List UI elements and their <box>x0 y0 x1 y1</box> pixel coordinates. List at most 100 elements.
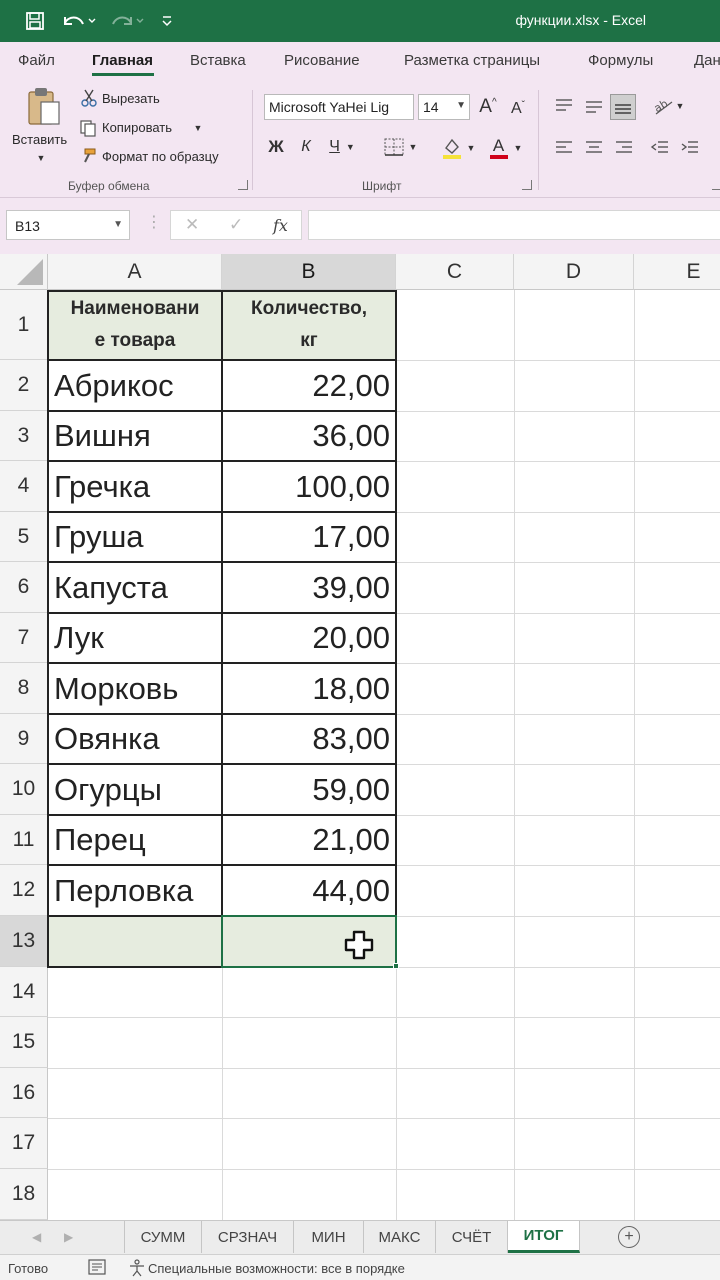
column-header-c[interactable]: C <box>396 254 514 290</box>
align-bottom-icon[interactable] <box>610 94 636 120</box>
paste-button[interactable]: Вставить <box>12 132 67 147</box>
column-header-d[interactable]: D <box>514 254 634 290</box>
font-size-select[interactable]: 14 ▼ <box>418 94 470 120</box>
cell-name[interactable]: Груша <box>48 512 222 562</box>
shrink-font-button[interactable]: Aˇ <box>506 96 530 122</box>
cut-icon[interactable] <box>80 89 98 107</box>
font-family-select[interactable]: Microsoft YaHei Lig <box>264 94 414 120</box>
row-header[interactable]: 7 <box>0 613 48 663</box>
cell-name[interactable]: Огурцы <box>48 764 222 815</box>
add-sheet-button[interactable]: + <box>618 1226 640 1248</box>
formula-input[interactable] <box>308 210 720 240</box>
cell-name[interactable]: Абрикос <box>48 360 222 411</box>
row-header[interactable]: 16 <box>0 1068 48 1118</box>
copy-button[interactable]: Копировать <box>102 120 172 135</box>
cell-name[interactable]: Лук <box>48 613 222 663</box>
font-dialog-launcher[interactable] <box>522 180 532 190</box>
row-header[interactable]: 9 <box>0 714 48 764</box>
next-sheet-icon[interactable]: ▶ <box>64 1230 73 1244</box>
cell-quantity[interactable]: 83,00 <box>222 714 396 764</box>
cell-name[interactable]: Капуста <box>48 562 222 613</box>
fill-color-button[interactable]: ▼ <box>438 134 478 162</box>
row-header[interactable]: 15 <box>0 1017 48 1068</box>
text-orientation-icon[interactable]: ab ▼ <box>648 94 688 118</box>
cancel-entry-icon[interactable]: ✕ <box>185 215 199 235</box>
prev-sheet-icon[interactable]: ◀ <box>32 1230 41 1244</box>
copy-icon[interactable] <box>78 118 98 138</box>
row-header[interactable]: 5 <box>0 512 48 562</box>
row-header[interactable]: 12 <box>0 865 48 916</box>
sheet-tab-average[interactable]: СРЗНАЧ <box>202 1221 294 1253</box>
tab-page-layout[interactable]: Разметка страницы <box>404 52 540 69</box>
row-header[interactable]: 17 <box>0 1118 48 1169</box>
tab-draw[interactable]: Рисование <box>284 52 360 69</box>
accessibility-status[interactable]: Специальные возможности: все в порядке <box>148 1261 405 1276</box>
sheet-tab-max[interactable]: МАКС <box>364 1221 436 1253</box>
clipboard-dialog-launcher[interactable] <box>238 180 248 190</box>
cell-quantity[interactable]: 21,00 <box>222 815 396 865</box>
tab-formulas[interactable]: Формулы <box>588 52 653 69</box>
cell-quantity[interactable]: 59,00 <box>222 764 396 815</box>
sheet-tab-min[interactable]: МИН <box>294 1221 364 1253</box>
copy-dropdown-icon[interactable]: ▼ <box>192 122 204 134</box>
cell-quantity[interactable]: 44,00 <box>222 865 396 916</box>
borders-button[interactable]: ▼ <box>378 134 422 160</box>
row-header[interactable]: 6 <box>0 562 48 613</box>
accessibility-icon[interactable] <box>128 1259 146 1280</box>
redo-icon[interactable] <box>106 8 146 34</box>
format-painter-button[interactable]: Формат по образцу <box>102 149 219 164</box>
cell-name[interactable]: Морковь <box>48 663 222 714</box>
tab-home[interactable]: Главная <box>92 52 153 69</box>
alignment-dialog-launcher[interactable] <box>712 180 720 190</box>
column-header-b[interactable]: B <box>222 254 396 290</box>
row-header[interactable]: 18 <box>0 1169 48 1220</box>
font-color-button[interactable]: A ▼ <box>486 134 526 162</box>
header-cell-quantity[interactable]: Количество, кг <box>223 291 395 359</box>
row-header[interactable]: 8 <box>0 663 48 714</box>
cell-quantity[interactable]: 17,00 <box>222 512 396 562</box>
sheet-tab-count[interactable]: СЧЁТ <box>436 1221 508 1253</box>
decrease-indent-icon[interactable] <box>648 136 672 160</box>
row-header[interactable]: 2 <box>0 360 48 411</box>
bold-button[interactable]: Ж <box>266 134 286 160</box>
save-icon[interactable] <box>22 8 48 34</box>
undo-icon[interactable] <box>58 8 98 34</box>
tab-file[interactable]: Файл <box>18 52 55 69</box>
name-box[interactable]: B13 ▼ <box>6 210 130 240</box>
cell-name[interactable]: Гречка <box>48 461 222 512</box>
cell-quantity[interactable]: 36,00 <box>222 411 396 461</box>
underline-button[interactable]: Ч ▼ <box>324 134 360 160</box>
select-all-button[interactable] <box>0 254 48 290</box>
increase-indent-icon[interactable] <box>678 136 702 160</box>
align-left-icon[interactable] <box>552 136 576 160</box>
cell-name[interactable]: Перец <box>48 815 222 865</box>
tab-data[interactable]: Дан <box>694 52 720 69</box>
italic-button[interactable]: К <box>296 134 316 160</box>
row-header[interactable]: 4 <box>0 461 48 512</box>
row-header[interactable]: 11 <box>0 815 48 865</box>
cell-name[interactable]: Овянка <box>48 714 222 764</box>
cell-quantity[interactable]: 100,00 <box>222 461 396 512</box>
formula-bar-grip-icon[interactable]: ⋮ <box>146 212 162 232</box>
column-header-e[interactable]: E <box>634 254 720 290</box>
row-header[interactable]: 13 <box>0 916 48 967</box>
paste-dropdown-icon[interactable]: ▼ <box>34 152 48 164</box>
row-header[interactable]: 1 <box>0 290 48 360</box>
paste-icon[interactable] <box>24 86 64 128</box>
row-header[interactable]: 10 <box>0 764 48 815</box>
fill-handle[interactable] <box>393 963 399 969</box>
cell-quantity[interactable]: 39,00 <box>222 562 396 613</box>
selected-cell-a13[interactable] <box>49 917 221 966</box>
cell-quantity[interactable]: 22,00 <box>222 360 396 411</box>
align-top-icon[interactable] <box>552 94 576 118</box>
macro-record-icon[interactable] <box>88 1259 106 1278</box>
tab-insert[interactable]: Вставка <box>190 52 246 69</box>
align-right-icon[interactable] <box>612 136 636 160</box>
customize-toolbar-icon[interactable] <box>154 8 180 34</box>
insert-function-icon[interactable]: fx <box>273 216 288 235</box>
cell-name[interactable]: Вишня <box>48 411 222 461</box>
cell-quantity[interactable]: 20,00 <box>222 613 396 663</box>
sheet-tab-total[interactable]: ИТОГ <box>508 1221 580 1253</box>
row-header[interactable]: 3 <box>0 411 48 461</box>
grow-font-button[interactable]: A ^ <box>476 94 500 120</box>
